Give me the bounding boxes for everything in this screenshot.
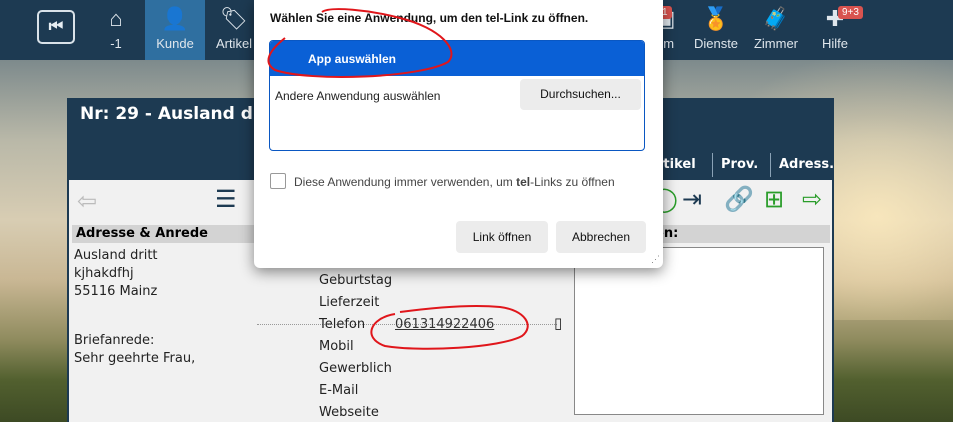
- open-link-button[interactable]: Link öffnen: [456, 221, 548, 253]
- remember-label-part: -Links zu öffnen: [530, 175, 615, 189]
- app-chooser-dialog: Wählen Sie eine Anwendung, um den tel-Li…: [254, 0, 663, 268]
- remember-label-protocol: tel: [516, 175, 531, 189]
- app-logo[interactable]: ⏮: [37, 10, 75, 44]
- user-icon: 👤: [161, 6, 189, 31]
- address-line-3: 55116 Mainz: [74, 284, 158, 299]
- remember-checkbox[interactable]: [270, 173, 286, 189]
- nav-item-label: Zimmer: [753, 36, 799, 51]
- back-arrow-icon[interactable]: ⇦: [77, 190, 97, 214]
- export-icon[interactable]: ⇥: [682, 188, 702, 212]
- label-email: E-Mail: [319, 383, 359, 398]
- remember-checkbox-label: Diese Anwendung immer verwenden, um tel-…: [294, 175, 615, 189]
- tag-icon: 🏷: [220, 6, 248, 31]
- medal-icon: 🏅: [702, 6, 730, 31]
- salutation-value: Sehr geehrte Frau,: [74, 351, 196, 366]
- add-icon[interactable]: ⊞: [764, 188, 784, 212]
- nav-item-zimmer[interactable]: 🧳 Zimmer: [752, 0, 800, 60]
- label-gewerblich: Gewerblich: [319, 361, 392, 376]
- nav-item-kunde[interactable]: 👤 Kunde: [145, 0, 205, 60]
- home-icon: ⌂: [109, 6, 123, 31]
- label-geburtstag: Geburtstag: [319, 273, 393, 288]
- nav-item-hilfe[interactable]: ✚ Hilfe 9+3: [818, 0, 863, 60]
- list-item-other-app[interactable]: Andere Anwendung auswählen: [275, 89, 440, 103]
- notification-badge: 9+3: [838, 6, 863, 19]
- suitcase-icon: 🧳: [762, 6, 790, 31]
- salutation-label: Briefanrede:: [74, 333, 155, 348]
- address-line-1: Ausland dritt: [74, 248, 158, 263]
- label-webseite: Webseite: [319, 405, 379, 420]
- nav-item-label: Artikel: [215, 36, 253, 51]
- nav-item-label: Hilfe: [821, 36, 848, 51]
- panel-title: Nr: 29 - Ausland dri: [80, 104, 268, 124]
- mobile-phone-icon[interactable]: ▯: [554, 314, 562, 332]
- label-telefon: Telefon: [319, 317, 366, 332]
- nav-item-label: Kunde: [156, 36, 194, 51]
- list-item-select-app[interactable]: App auswählen: [270, 41, 644, 76]
- resize-grip-icon[interactable]: ⋰: [651, 254, 660, 265]
- tab-provision[interactable]: Prov.: [712, 153, 766, 177]
- nav-item-dienste[interactable]: 🏅 Dienste: [692, 0, 740, 60]
- nav-item-artikel[interactable]: 🏷 Artikel: [212, 0, 256, 60]
- application-listbox[interactable]: App auswählen Andere Anwendung auswählen…: [269, 40, 645, 151]
- list-icon[interactable]: ☰: [215, 188, 237, 212]
- forward-icon[interactable]: ⇨: [802, 188, 822, 212]
- address-line-2: kjhakdfhj: [74, 266, 134, 281]
- nav-item-label: Dienste: [693, 36, 739, 51]
- nav-item-home[interactable]: ⌂ -1: [100, 0, 132, 60]
- browse-button[interactable]: Durchsuchen...: [520, 79, 641, 110]
- phone-link[interactable]: 061314922406: [395, 317, 494, 332]
- link-icon[interactable]: 🔗: [724, 188, 754, 212]
- dialog-title: Wählen Sie eine Anwendung, um den tel-Li…: [270, 11, 589, 25]
- label-lieferzeit: Lieferzeit: [319, 295, 380, 310]
- label-mobil: Mobil: [319, 339, 354, 354]
- tab-adressen[interactable]: Adress.: [770, 153, 842, 177]
- notes-textarea[interactable]: [574, 247, 824, 415]
- cancel-button[interactable]: Abbrechen: [556, 221, 646, 253]
- remember-label-part: Diese Anwendung immer verwenden, um: [294, 175, 517, 189]
- nav-item-label: -1: [110, 36, 122, 51]
- address-section-header: Adresse & Anrede: [72, 225, 257, 243]
